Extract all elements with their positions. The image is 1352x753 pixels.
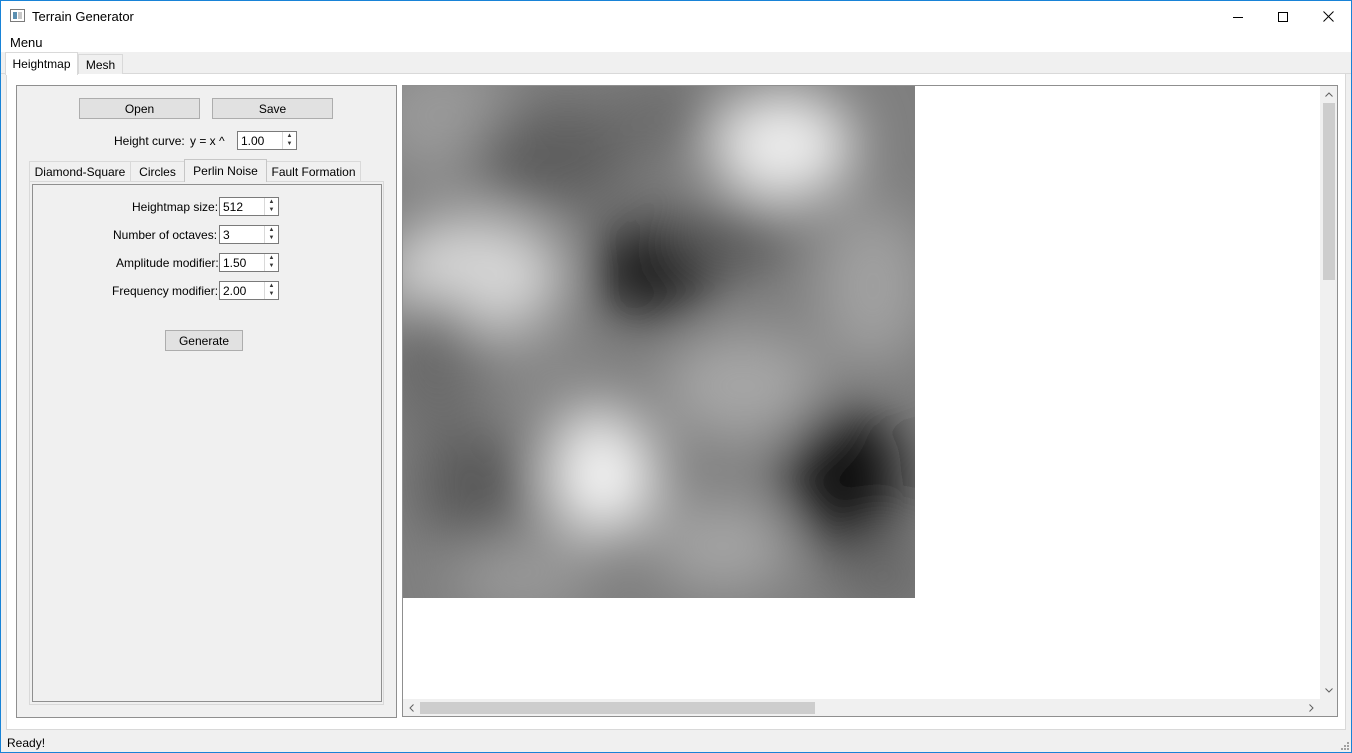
scroll-left-icon[interactable] — [403, 699, 420, 716]
height-curve-value: 1.00 — [241, 134, 265, 148]
spinbox-arrows: ▲ ▼ — [264, 226, 278, 243]
height-curve-spinbox[interactable]: 1.00 ▲ ▼ — [237, 131, 297, 150]
heightmap-size-spinbox[interactable]: 512 ▲ ▼ — [219, 197, 279, 216]
tab-perlin-noise[interactable]: Perlin Noise — [184, 159, 267, 182]
save-button[interactable]: Save — [212, 98, 333, 119]
perlin-noise-pane: Heightmap size: 512 ▲ ▼ Number of octave… — [29, 181, 384, 705]
heightmap-size-label: Heightmap size: — [132, 200, 219, 214]
close-button[interactable] — [1305, 1, 1351, 32]
amplitude-label: Amplitude modifier: — [116, 256, 219, 270]
tab-circles[interactable]: Circles — [130, 161, 185, 182]
spin-up-icon[interactable]: ▲ — [265, 226, 278, 234]
app-icon — [10, 9, 25, 22]
amplitude-spinbox[interactable]: 1.50 ▲ ▼ — [219, 253, 279, 272]
octaves-spinbox[interactable]: 3 ▲ ▼ — [219, 225, 279, 244]
resize-grip-icon[interactable] — [1339, 740, 1349, 750]
spin-down-icon[interactable]: ▼ — [265, 262, 278, 270]
vertical-scrollbar[interactable] — [1320, 86, 1337, 699]
octaves-label: Number of octaves: — [113, 228, 218, 242]
open-button[interactable]: Open — [79, 98, 200, 119]
window-title: Terrain Generator — [32, 9, 134, 24]
vertical-scroll-thumb[interactable] — [1323, 103, 1335, 280]
tab-diamond-square[interactable]: Diamond-Square — [29, 161, 131, 182]
spinbox-arrows: ▲ ▼ — [264, 254, 278, 271]
menu-bar: Menu — [1, 32, 1351, 52]
height-curve-formula: y = x ^ — [190, 134, 225, 148]
heightmap-image — [403, 86, 915, 598]
height-curve-label: Height curve: — [114, 134, 185, 148]
scroll-down-icon[interactable] — [1320, 682, 1337, 699]
minimize-icon — [1233, 16, 1243, 18]
maximize-button[interactable] — [1260, 1, 1306, 32]
menu-item-menu[interactable]: Menu — [10, 35, 43, 50]
horizontal-scrollbar[interactable] — [403, 699, 1320, 716]
heightmap-tab-content: Open Save Height curve: y = x ^ 1.00 ▲ ▼… — [6, 74, 1346, 730]
spinbox-arrows: ▲ ▼ — [282, 132, 296, 149]
heightmap-size-value: 512 — [223, 200, 244, 214]
frequency-label: Frequency modifier: — [112, 284, 219, 298]
minimize-button[interactable] — [1215, 1, 1261, 32]
title-bar[interactable]: Terrain Generator — [1, 1, 1351, 32]
heightmap-view[interactable] — [402, 85, 1338, 717]
frequency-value: 2.00 — [223, 284, 247, 298]
spin-up-icon[interactable]: ▲ — [265, 198, 278, 206]
status-text: Ready! — [7, 736, 46, 750]
spin-down-icon[interactable]: ▼ — [265, 290, 278, 298]
amplitude-value: 1.50 — [223, 256, 247, 270]
spin-up-icon[interactable]: ▲ — [265, 254, 278, 262]
maximize-icon — [1278, 11, 1288, 22]
main-tab-bar: Heightmap Mesh — [1, 52, 1351, 75]
tab-fault-formation[interactable]: Fault Formation — [266, 161, 361, 182]
spin-up-icon[interactable]: ▲ — [265, 282, 278, 290]
spin-down-icon[interactable]: ▼ — [283, 140, 296, 148]
status-bar: Ready! — [1, 732, 1351, 752]
spin-down-icon[interactable]: ▼ — [265, 206, 278, 214]
close-icon — [1322, 11, 1334, 22]
perlin-noise-heightmap — [403, 86, 915, 598]
perlin-settings-frame: Heightmap size: 512 ▲ ▼ Number of octave… — [32, 184, 382, 702]
tab-mesh[interactable]: Mesh — [78, 54, 123, 75]
scroll-up-icon[interactable] — [1320, 86, 1337, 103]
spin-down-icon[interactable]: ▼ — [265, 234, 278, 242]
octaves-value: 3 — [223, 228, 230, 242]
horizontal-scroll-thumb[interactable] — [420, 702, 815, 714]
spin-up-icon[interactable]: ▲ — [283, 132, 296, 140]
controls-panel: Open Save Height curve: y = x ^ 1.00 ▲ ▼… — [16, 85, 397, 718]
scroll-corner — [1320, 699, 1337, 716]
scroll-right-icon[interactable] — [1303, 699, 1320, 716]
main-window: Terrain Generator Menu Heightmap Mesh Op… — [0, 0, 1352, 753]
frequency-spinbox[interactable]: 2.00 ▲ ▼ — [219, 281, 279, 300]
tab-heightmap[interactable]: Heightmap — [5, 52, 78, 75]
spinbox-arrows: ▲ ▼ — [264, 198, 278, 215]
spinbox-arrows: ▲ ▼ — [264, 282, 278, 299]
generate-button[interactable]: Generate — [165, 330, 243, 351]
